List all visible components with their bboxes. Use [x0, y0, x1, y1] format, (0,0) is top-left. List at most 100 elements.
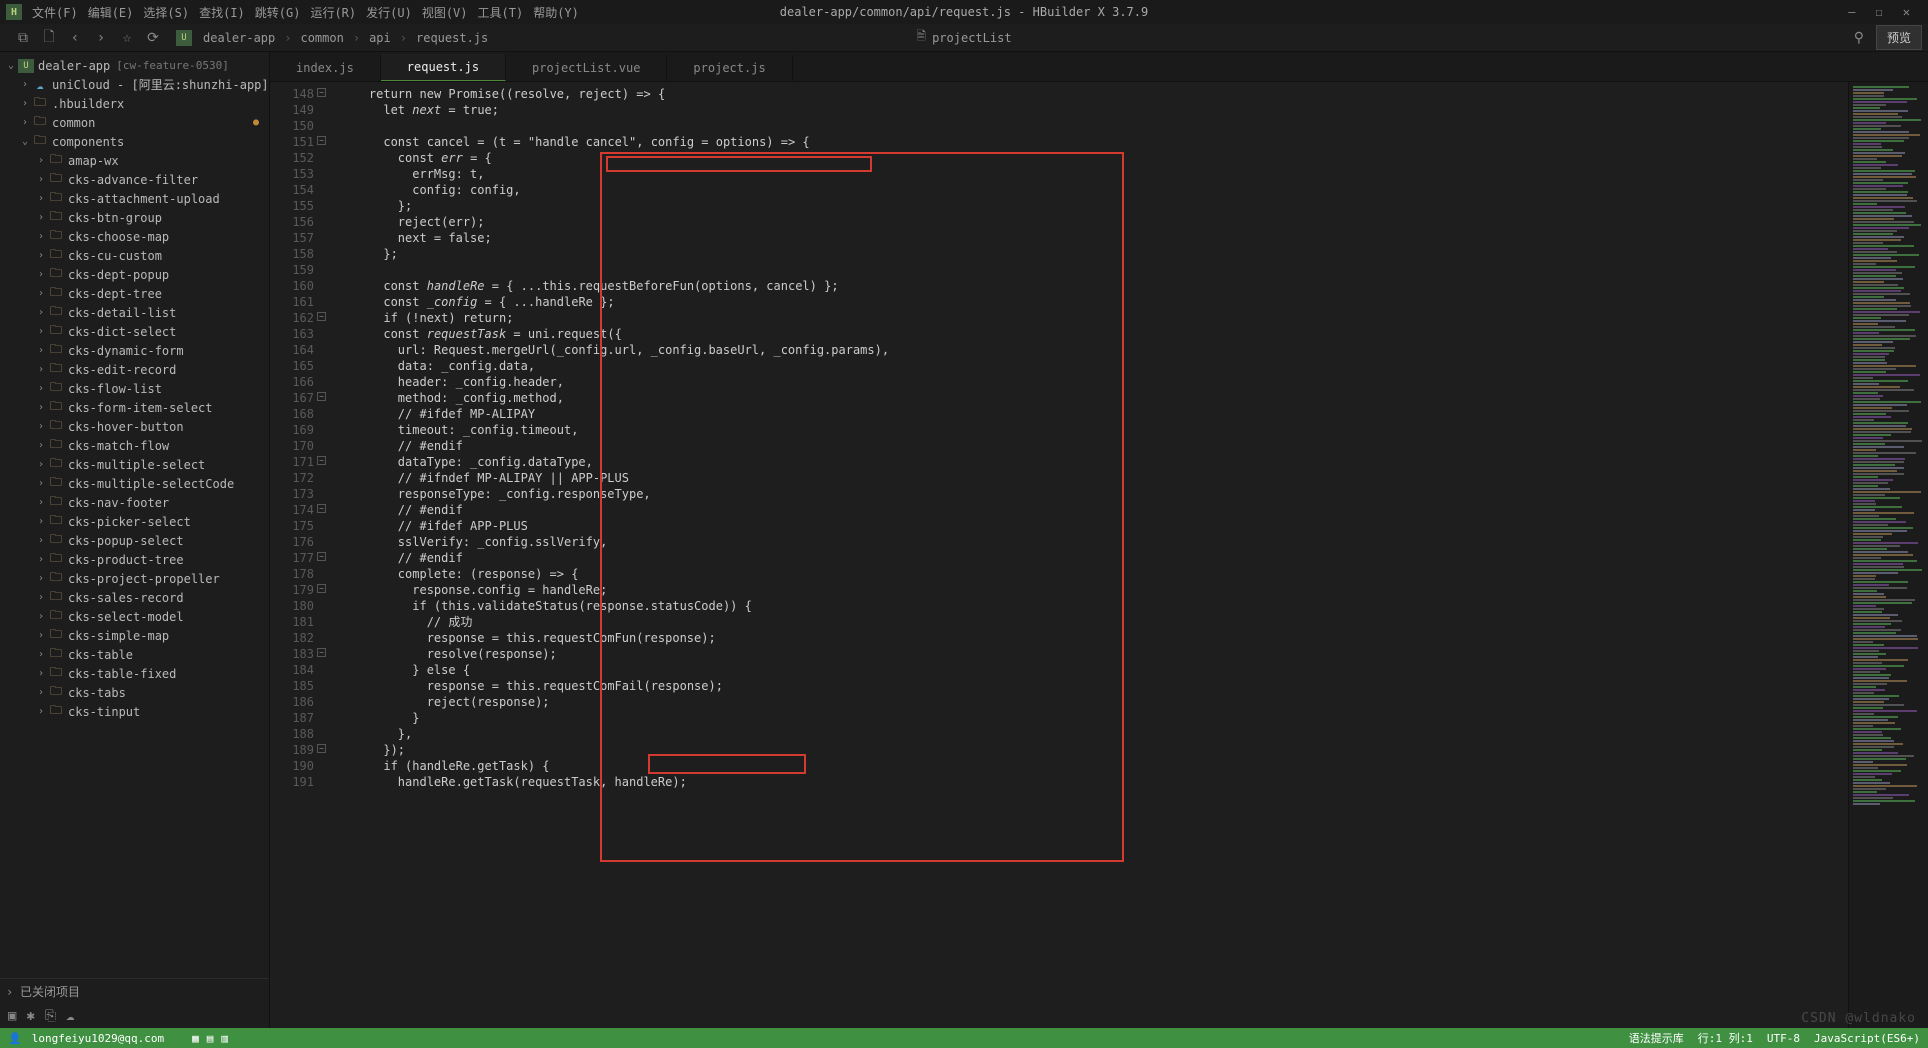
code-line[interactable]: dataType: _config.dataType,	[340, 454, 1848, 470]
code-line[interactable]: // #ifdef APP-PLUS	[340, 518, 1848, 534]
breadcrumb-item[interactable]: api	[366, 30, 394, 46]
menu-item[interactable]: 查找(I)	[195, 2, 249, 23]
tree-item[interactable]: ›🗀cks-detail-list	[0, 303, 269, 322]
code-line[interactable]: url: Request.mergeUrl(_config.url, _conf…	[340, 342, 1848, 358]
tree-item[interactable]: ›🗀cks-dept-popup	[0, 265, 269, 284]
code-line[interactable]: // 成功	[340, 614, 1848, 630]
code-line[interactable]: header: _config.header,	[340, 374, 1848, 390]
minimap[interactable]	[1848, 82, 1928, 1028]
tree-item[interactable]: ›🗀cks-dynamic-form	[0, 341, 269, 360]
tree-item[interactable]: ›🗀cks-product-tree	[0, 550, 269, 569]
tree-item[interactable]: ⌄🗀components	[0, 132, 269, 151]
code-line[interactable]: const err = {	[340, 150, 1848, 166]
code-line[interactable]: config: config,	[340, 182, 1848, 198]
code-line[interactable]: if (handleRe.getTask) {	[340, 758, 1848, 774]
menu-item[interactable]: 跳转(G)	[251, 2, 305, 23]
code-line[interactable]: const handleRe = { ...this.requestBefore…	[340, 278, 1848, 294]
tree-item[interactable]: ›🗀cks-form-item-select	[0, 398, 269, 417]
tree-item[interactable]: ›☁uniCloud - [阿里云:shunzhi-app]	[0, 75, 269, 94]
editor-tab[interactable]: projectList.vue	[506, 55, 667, 81]
tree-item[interactable]: ›🗀cks-match-flow	[0, 436, 269, 455]
code-line[interactable]: }	[340, 710, 1848, 726]
sync-icon[interactable]: ☁	[66, 1008, 74, 1024]
code-line[interactable]: timeout: _config.timeout,	[340, 422, 1848, 438]
code-line[interactable]: };	[340, 246, 1848, 262]
code-line[interactable]: // #ifndef MP-ALIPAY || APP-PLUS	[340, 470, 1848, 486]
code-line[interactable]: const requestTask = uni.request({	[340, 326, 1848, 342]
menu-item[interactable]: 工具(T)	[474, 2, 528, 23]
tree-item[interactable]: ›🗀amap-wx	[0, 151, 269, 170]
code-line[interactable]: } else {	[340, 662, 1848, 678]
tree-item[interactable]: ›🗀cks-dict-select	[0, 322, 269, 341]
refresh-icon[interactable]: ⟳	[140, 30, 166, 46]
new-window-icon[interactable]: ⧉	[10, 30, 36, 46]
tree-item[interactable]: ›🗀cks-table-fixed	[0, 664, 269, 683]
editor-tab[interactable]: project.js	[667, 55, 792, 81]
code-line[interactable]: next = false;	[340, 230, 1848, 246]
tree-item[interactable]: ›🗀cks-nav-footer	[0, 493, 269, 512]
tree-item[interactable]: ›🗀cks-attachment-upload	[0, 189, 269, 208]
tree-item[interactable]: ›🗀cks-flow-list	[0, 379, 269, 398]
minimize-icon[interactable]: —	[1848, 5, 1855, 19]
code-line[interactable]: },	[340, 726, 1848, 742]
code-line[interactable]: errMsg: t,	[340, 166, 1848, 182]
code-line[interactable]: // #ifdef MP-ALIPAY	[340, 406, 1848, 422]
code-line[interactable]: if (!next) return;	[340, 310, 1848, 326]
panel-icon[interactable]: ▤	[207, 1032, 214, 1045]
syntax-hint[interactable]: 语法提示库	[1629, 1030, 1684, 1046]
cursor-position[interactable]: 行:1 列:1	[1698, 1030, 1753, 1046]
code-line[interactable]: complete: (response) => {	[340, 566, 1848, 582]
menu-item[interactable]: 视图(V)	[418, 2, 472, 23]
tree-item[interactable]: ›🗀cks-advance-filter	[0, 170, 269, 189]
tree-item[interactable]: ›🗀cks-btn-group	[0, 208, 269, 227]
tree-item[interactable]: ⌄Udealer-app[cw-feature-0530]	[0, 56, 269, 75]
terminal-icon[interactable]: ▣	[8, 1008, 16, 1024]
tree-item[interactable]: ›🗀cks-simple-map	[0, 626, 269, 645]
save-icon[interactable]: 🗋	[36, 26, 62, 50]
code-editor[interactable]: return new Promise((resolve, reject) => …	[320, 82, 1848, 1028]
breadcrumb-item[interactable]: common	[297, 30, 346, 46]
code-line[interactable]	[340, 118, 1848, 134]
tree-item[interactable]: ›🗀cks-hover-button	[0, 417, 269, 436]
editor-tab[interactable]: index.js	[270, 55, 381, 81]
nav-forward-icon[interactable]: ›	[88, 30, 114, 46]
code-line[interactable]: resolve(response);	[340, 646, 1848, 662]
preview-button[interactable]: 预览	[1876, 25, 1922, 50]
tree-item[interactable]: ›🗀.hbuilderx	[0, 94, 269, 113]
tree-item[interactable]: ›🗀cks-popup-select	[0, 531, 269, 550]
code-line[interactable]: return new Promise((resolve, reject) => …	[340, 86, 1848, 102]
code-line[interactable]: response = this.requestComFail(response)…	[340, 678, 1848, 694]
link-icon[interactable]: ⎘	[45, 1008, 56, 1024]
code-line[interactable]: });	[340, 742, 1848, 758]
code-line[interactable]: // #endif	[340, 502, 1848, 518]
tree-item[interactable]: ›🗀cks-choose-map	[0, 227, 269, 246]
maximize-icon[interactable]: ☐	[1876, 5, 1883, 19]
code-line[interactable]: method: _config.method,	[340, 390, 1848, 406]
tree-item[interactable]: ›🗀cks-sales-record	[0, 588, 269, 607]
code-line[interactable]: reject(err);	[340, 214, 1848, 230]
tree-item[interactable]: ›🗀common●	[0, 113, 269, 132]
settings-icon[interactable]: ✱	[26, 1008, 34, 1024]
menu-item[interactable]: 帮助(Y)	[529, 2, 583, 23]
nav-back-icon[interactable]: ‹	[62, 30, 88, 46]
grid-icon[interactable]: ▦	[192, 1032, 199, 1045]
code-line[interactable]: // #endif	[340, 438, 1848, 454]
code-line[interactable]: let next = true;	[340, 102, 1848, 118]
user-email[interactable]: longfeiyu1029@qq.com	[32, 1032, 164, 1045]
code-line[interactable]: response = this.requestComFun(response);	[340, 630, 1848, 646]
code-line[interactable]: if (this.validateStatus(response.statusC…	[340, 598, 1848, 614]
breadcrumb-item[interactable]: dealer-app	[200, 30, 278, 46]
encoding[interactable]: UTF-8	[1767, 1032, 1800, 1045]
menu-item[interactable]: 选择(S)	[139, 2, 193, 23]
tree-item[interactable]: ›🗀cks-project-propeller	[0, 569, 269, 588]
tree-item[interactable]: ›🗀cks-multiple-selectCode	[0, 474, 269, 493]
code-line[interactable]: handleRe.getTask(requestTask, handleRe);	[340, 774, 1848, 790]
closed-projects[interactable]: › 已关闭项目	[0, 978, 269, 1004]
language-mode[interactable]: JavaScript(ES6+)	[1814, 1032, 1920, 1045]
tree-item[interactable]: ›🗀cks-table	[0, 645, 269, 664]
tree-item[interactable]: ›🗀cks-dept-tree	[0, 284, 269, 303]
tree-item[interactable]: ›🗀cks-cu-custom	[0, 246, 269, 265]
tree-item[interactable]: ›🗀cks-multiple-select	[0, 455, 269, 474]
star-icon[interactable]: ☆	[114, 30, 140, 46]
code-line[interactable]: };	[340, 198, 1848, 214]
